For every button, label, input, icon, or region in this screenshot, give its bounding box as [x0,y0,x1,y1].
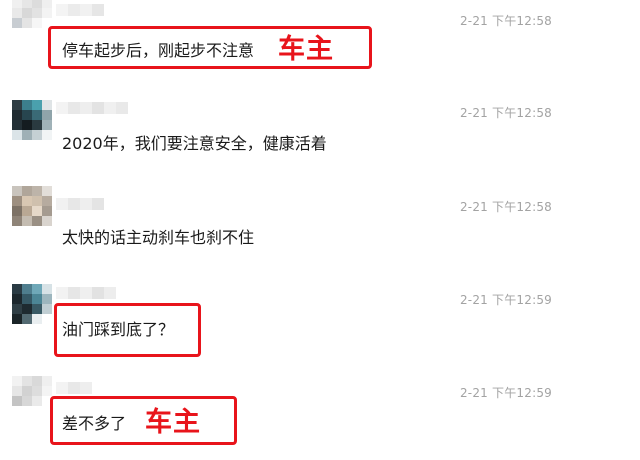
username-blurred [56,287,116,299]
message-timestamp: 2-21 下午12:59 [459,293,552,307]
message-timestamp: 2-21 下午12:58 [459,106,552,120]
highlight-box [54,303,201,357]
avatar[interactable] [12,376,52,416]
message-text: 2020年，我们要注意安全，健康活着 [62,134,327,153]
highlight-box [50,396,237,445]
message-timestamp: 2-21 下午12:58 [459,200,552,214]
username-blurred [56,102,128,114]
avatar[interactable] [12,100,52,140]
message-timestamp: 2-21 下午12:58 [459,14,552,28]
message-timestamp: 2-21 下午12:59 [459,386,552,400]
username-blurred [56,382,92,394]
annotation-label: 车主 [145,407,201,438]
message-item: 2-21 下午12:58 2020年，我们要注意安全，健康活着 [0,92,640,180]
avatar[interactable] [12,284,52,324]
username-blurred [56,198,104,210]
avatar[interactable] [12,0,52,38]
annotation-label: 车主 [278,34,334,65]
message-text: 太快的话主动刹车也刹不住 [62,228,255,247]
message-item: 2-21 下午12:58 太快的话主动刹车也刹不住 [0,186,640,274]
avatar[interactable] [12,186,52,226]
username-blurred [56,4,104,16]
